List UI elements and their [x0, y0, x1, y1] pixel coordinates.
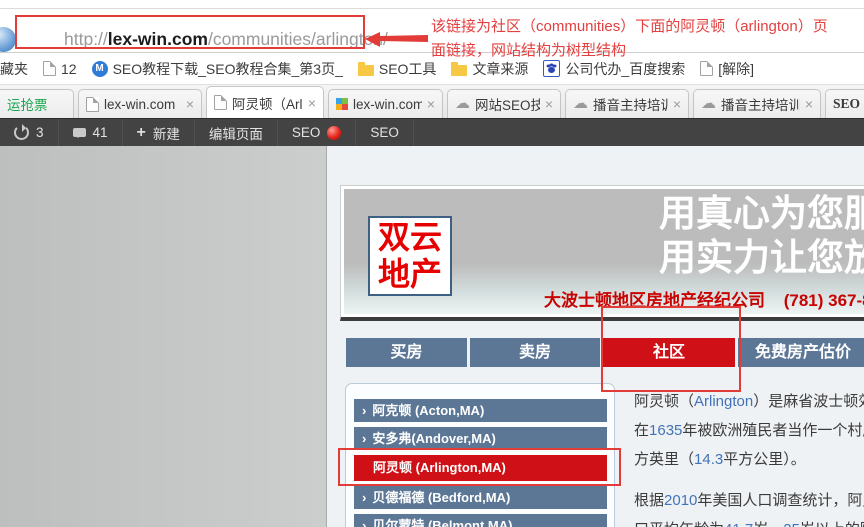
nav-sell[interactable]: 卖房	[470, 338, 600, 367]
browser-window: http://lex-win.com/communities/arlington…	[0, 0, 864, 527]
refresh-button[interactable]: 3	[0, 119, 59, 146]
page-icon	[43, 61, 56, 76]
slogan: 用真心为您服务 用实力让您放心	[659, 193, 864, 281]
annotation-note-line2: 面链接，网站结构为树型结构	[431, 39, 626, 60]
sidebar-item-bedford[interactable]: 贝德福德 (Bedford,MA)	[354, 486, 607, 509]
seo-menu-button[interactable]: SEO	[278, 119, 357, 146]
bookmark-favorites[interactable]: 藏夹	[0, 59, 28, 79]
bookmark-12[interactable]: 12	[43, 61, 77, 77]
paragraph-gap	[634, 474, 864, 486]
article-line: 根据2010年美国人口调查统计，阿灵	[634, 486, 864, 515]
tab-broadcast-1[interactable]: 播音主持培训	[565, 89, 689, 118]
bookmark-seo-tutorial[interactable]: SEO教程下载_SEO教程合集_第3页_	[92, 59, 343, 79]
annotation-box-communities-nav	[601, 306, 741, 392]
annotation-arrow-icon	[365, 31, 429, 48]
m-badge-icon	[92, 61, 108, 77]
chevron-right-icon	[362, 514, 366, 527]
tab-seo-tech[interactable]: 网站SEO技术	[447, 89, 561, 118]
sidebar-item-acton[interactable]: 阿克顿 (Acton,MA)	[354, 399, 607, 422]
close-icon[interactable]	[805, 96, 813, 112]
chevron-right-icon	[362, 427, 366, 450]
page-icon	[700, 61, 713, 76]
close-icon[interactable]	[308, 95, 316, 111]
bookmark-baidu-search[interactable]: 公司代办_百度搜索	[543, 59, 685, 79]
site-header: 双云 地产 用真心为您服务 用实力让您放心 大波士顿地区房地产经纪公司 (781…	[340, 185, 864, 321]
seo-menu-button-2[interactable]: SEO	[356, 119, 414, 146]
seo-status-orb-icon	[327, 126, 341, 140]
refresh-icon	[14, 125, 29, 140]
bookmark-folder-article-source[interactable]: 文章来源	[451, 59, 528, 79]
tab-lexwin-1[interactable]: lex-win.com	[78, 89, 202, 118]
new-button[interactable]: 新建	[123, 119, 195, 146]
tab-lexwin-2[interactable]: lex-win.com	[328, 89, 443, 118]
tab-strip: 运抢票 lex-win.com 阿灵顿（Arli lex-win.com 网站S…	[0, 84, 864, 118]
chevron-right-icon	[362, 399, 366, 422]
cloud-icon	[455, 97, 470, 111]
close-icon[interactable]	[545, 96, 553, 112]
chevron-right-icon	[362, 486, 366, 509]
tab-arlington-active[interactable]: 阿灵顿（Arli	[206, 86, 324, 118]
nav-free-appraisal[interactable]: 免费房产估价	[738, 338, 864, 367]
header-banner: 双云 地产 用真心为您服务 用实力让您放心 大波士顿地区房地产经纪公司 (781…	[344, 189, 864, 314]
cloud-icon	[701, 97, 716, 111]
sidebar-item-belmont[interactable]: 贝尔蒙特 (Belmont,MA)	[354, 514, 607, 527]
annotation-note-line1: 该链接为社区（communities）下面的阿灵顿（arlington）页	[431, 15, 828, 36]
cloud-icon	[573, 97, 588, 111]
phone-number: (781) 367-85	[784, 291, 864, 310]
folder-icon	[358, 65, 374, 76]
admin-toolbar: 3 41 新建 编辑页面 SEO SEO	[0, 118, 864, 146]
empty-gray-area	[0, 146, 327, 527]
sidebar-item-andover[interactable]: 安多弗(Andover,MA)	[354, 427, 607, 450]
annotation-box-url	[15, 15, 365, 49]
article-line: 在1635年被欧洲殖民者当作一个村庄	[634, 416, 864, 445]
tab-broadcast-2[interactable]: 播音主持培训	[693, 89, 821, 118]
nav-buy[interactable]: 买房	[346, 338, 467, 367]
comments-button[interactable]: 41	[59, 119, 123, 146]
bookmark-remove[interactable]: [解除]	[700, 59, 754, 79]
site-grid-icon	[336, 98, 348, 110]
article-line: 口平均年龄为41.7岁。25岁以上的阿	[634, 515, 864, 527]
close-icon[interactable]	[673, 96, 681, 112]
globe-icon	[0, 27, 16, 52]
article-line: 方英里（14.3平方公里）。	[634, 445, 864, 474]
page-icon	[86, 97, 99, 112]
close-icon[interactable]	[186, 96, 194, 112]
folder-icon	[451, 65, 467, 76]
tab-ticket[interactable]: 运抢票	[0, 89, 74, 118]
baidu-paw-icon	[543, 60, 560, 77]
annotation-box-arlington-item	[338, 448, 621, 486]
close-icon[interactable]	[427, 96, 435, 112]
plus-icon	[137, 125, 146, 141]
comment-bubble-icon	[73, 128, 86, 137]
edit-page-button[interactable]: 编辑页面	[195, 119, 278, 146]
page-icon	[214, 95, 227, 110]
article-text: 阿灵顿（Arlington）是麻省波士顿郊区 在1635年被欧洲殖民者当作一个村…	[634, 387, 864, 527]
tab-seo-site[interactable]: SEO 网站	[825, 89, 864, 118]
site-logo[interactable]: 双云 地产	[368, 216, 452, 296]
bookmark-folder-seo-tools[interactable]: SEO工具	[358, 59, 437, 79]
